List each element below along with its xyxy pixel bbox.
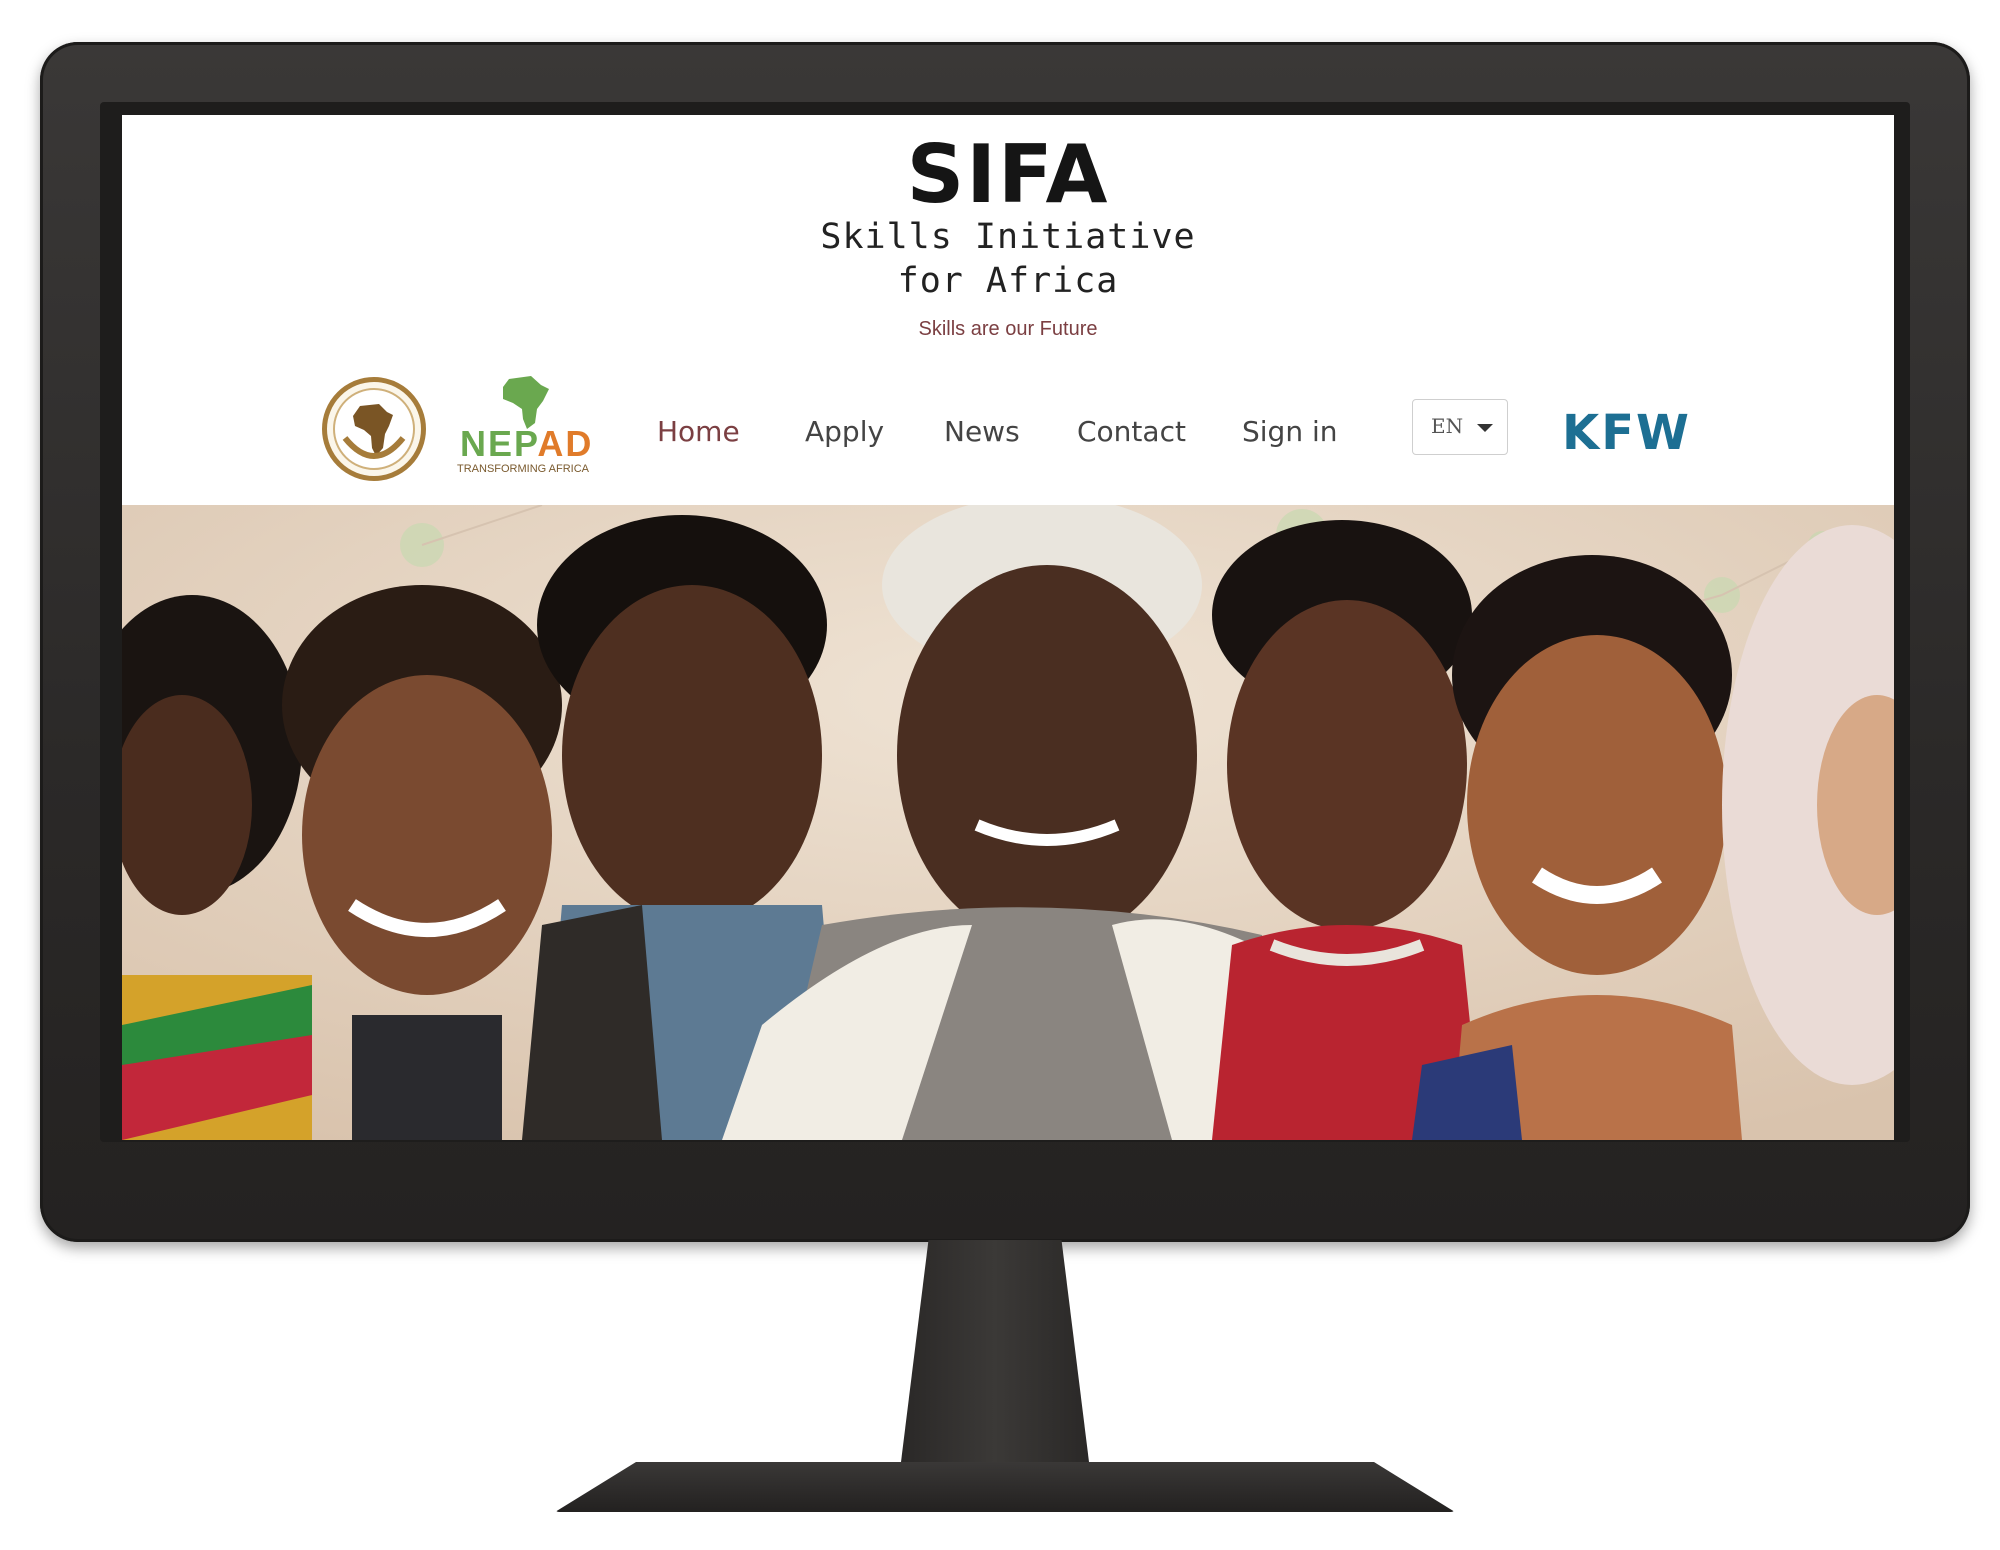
language-select[interactable]: EN [1412, 399, 1508, 455]
site-name: Skills Initiative for Africa [122, 215, 1894, 303]
site-tagline: Skills are our Future [918, 318, 1098, 340]
caret-down-icon [1477, 424, 1493, 432]
sifa-logo[interactable]: SIFA [122, 135, 1894, 215]
nav-contact[interactable]: Contact [1077, 415, 1186, 448]
nepad-wordmark: NEPAD [460, 423, 594, 464]
nav-sign-in[interactable]: Sign in [1242, 415, 1338, 448]
nepad-logo[interactable]: NEPAD TRANSFORMING AFRICA [457, 373, 627, 483]
hero-portraits-image [122, 505, 1894, 1140]
site-name-line1: Skills Initiative [820, 217, 1196, 257]
language-value: EN [1431, 414, 1464, 438]
monitor-stand-neck [900, 1240, 1090, 1470]
site-name-line2: for Africa [897, 261, 1119, 301]
nav-news[interactable]: News [944, 415, 1020, 448]
nav-apply[interactable]: Apply [805, 415, 884, 448]
monitor-stand-base [555, 1462, 1455, 1512]
site-header: SIFA Skills Initiative for Africa Skills… [122, 115, 1894, 505]
hero-banner [122, 505, 1894, 1140]
nav-home[interactable]: Home [657, 415, 740, 448]
kfw-logo[interactable]: KFW [1562, 405, 1691, 461]
african-union-logo[interactable] [322, 377, 426, 481]
nepad-subtitle: TRANSFORMING AFRICA [457, 463, 590, 475]
browser-viewport: SIFA Skills Initiative for Africa Skills… [122, 115, 1894, 1140]
africa-map-icon [333, 388, 415, 470]
